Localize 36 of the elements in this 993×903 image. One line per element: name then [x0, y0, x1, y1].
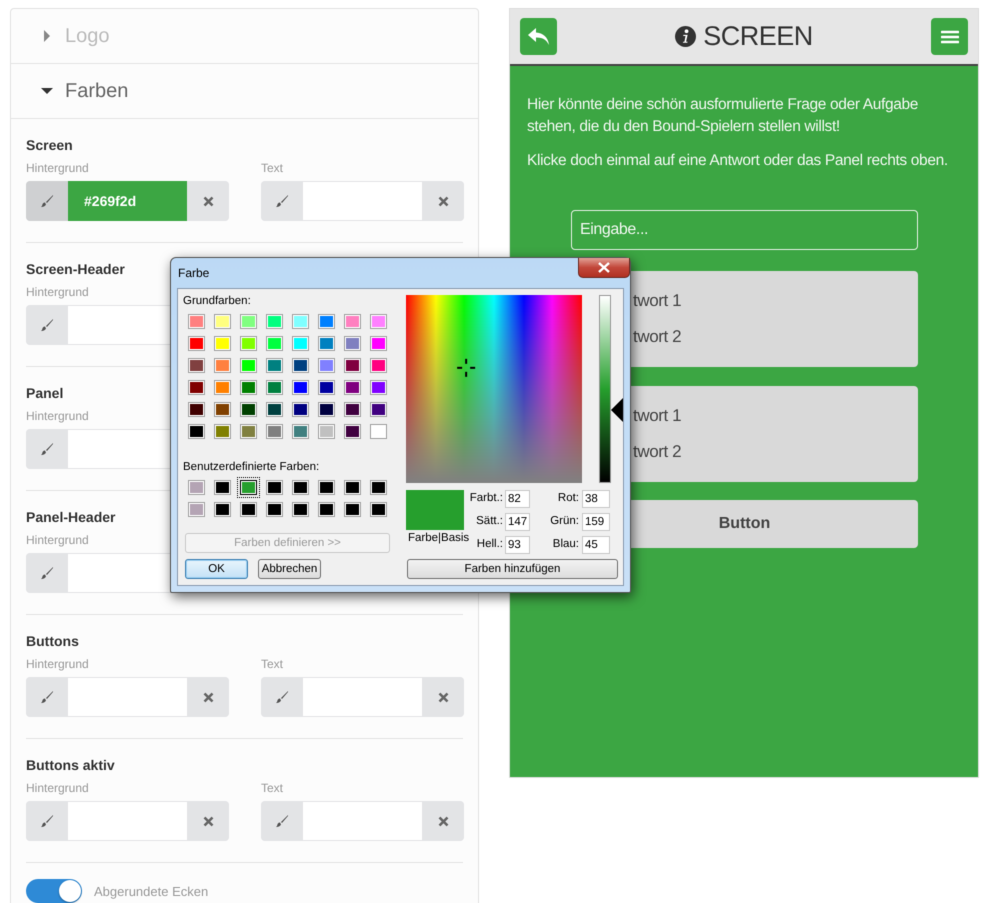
value-label: Farbt.: [468, 492, 503, 504]
add-colors-button[interactable]: Farben hinzufügen [407, 559, 618, 579]
field-label: Hintergrund [26, 781, 89, 795]
value-field[interactable]: 147 [505, 513, 530, 531]
field-label: Text [261, 161, 284, 175]
section-title: Buttons [26, 633, 79, 649]
input-field[interactable]: Eingabe... [571, 210, 918, 250]
field-label: Hintergrund [26, 409, 89, 423]
question-text: Hier könnte deine schön ausformulierte Frage oder Aufgabe stehen, die du den Bound-Spielern stellen willst! [527, 95, 920, 137]
value-label: Sätt.: [475, 515, 503, 527]
value-field[interactable]: 45 [582, 536, 610, 554]
section-title: Panel-Header [26, 509, 116, 525]
field-label: Hintergrund [26, 285, 89, 299]
value-field[interactable]: 38 [582, 490, 610, 508]
field-label: Hintergrund [26, 657, 89, 671]
field-label: Hintergrund [26, 533, 89, 547]
dialog-title: Farbe [178, 266, 210, 280]
value-field[interactable]: 159 [582, 513, 610, 531]
accordion-header[interactable]: Farben [11, 64, 478, 119]
section-title: Screen [26, 137, 73, 153]
toggle-label: Abgerundete Ecken [94, 884, 208, 898]
cancel-button[interactable]: Abbrechen [258, 559, 321, 579]
ok-button[interactable]: OK [185, 559, 248, 579]
screen-title: SCREEN [703, 21, 813, 52]
section-title: Panel [26, 385, 64, 401]
section-label: Grundfarben: [183, 295, 251, 307]
value-field[interactable]: 82 [505, 490, 530, 508]
value-field[interactable]: 93 [505, 536, 530, 554]
section-label: Benutzerdefinierte Farben: [183, 461, 320, 473]
field-label: Text [261, 781, 284, 795]
preview-label: Farbe|Basis [408, 532, 470, 544]
field-label: Hintergrund [26, 161, 89, 175]
section-title: Screen-Header [26, 261, 125, 277]
section-title: Buttons aktiv [26, 757, 115, 773]
question-text: Klicke doch einmal auf eine Antwort oder das Panel rechts oben. [527, 151, 949, 171]
field-label: Text [261, 657, 284, 671]
